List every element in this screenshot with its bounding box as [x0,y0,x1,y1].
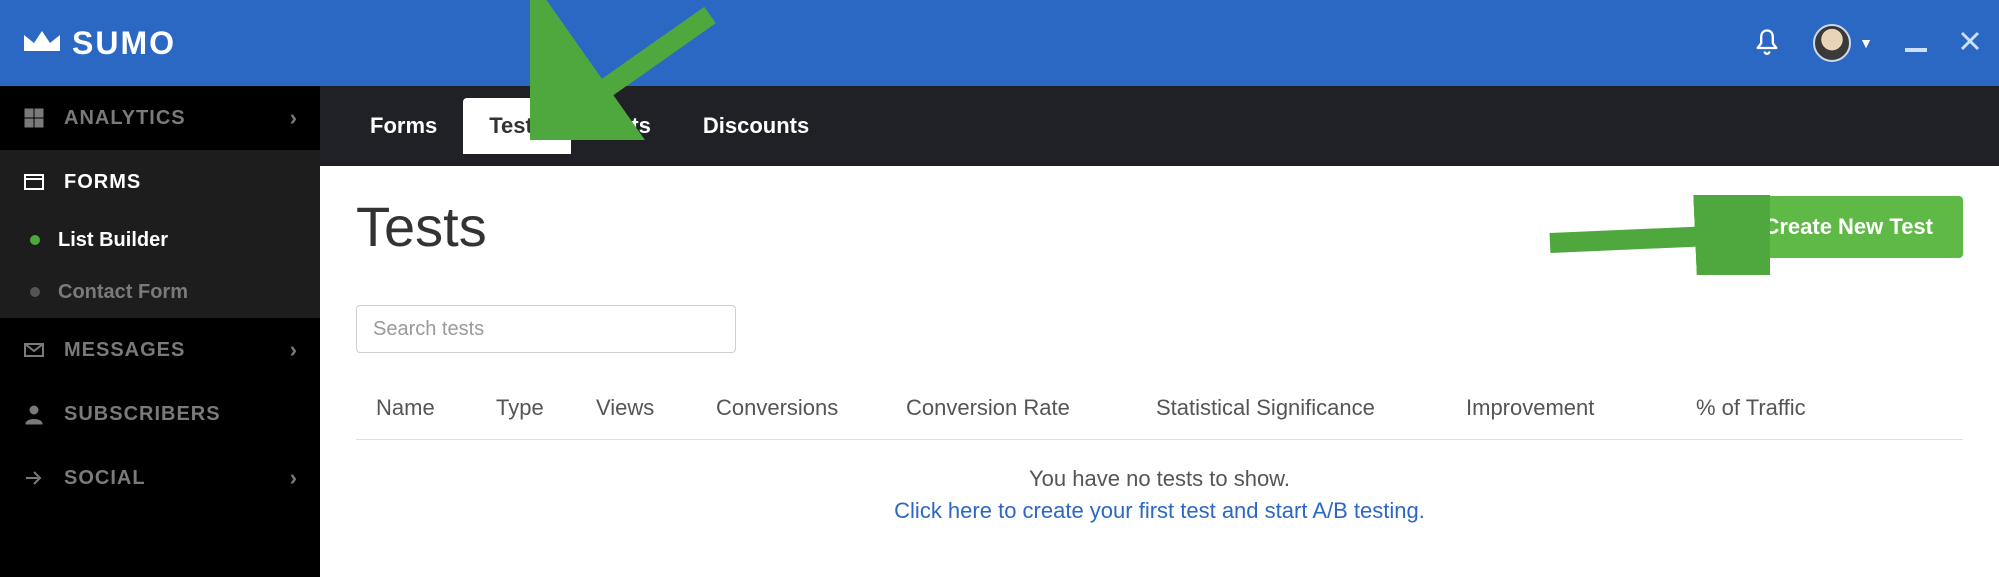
sidebar-item-analytics[interactable]: ANALYTICS › [0,86,320,150]
content-header: Tests Create New Test [356,194,1963,259]
empty-state: You have no tests to show. Click here to… [356,466,1963,524]
col-type: Type [496,395,596,421]
chevron-right-icon: › [290,465,298,491]
avatar [1813,24,1851,62]
search-tests-input[interactable] [356,305,736,353]
bell-icon[interactable] [1753,27,1781,60]
col-conversion-rate: Conversion Rate [906,395,1156,421]
page-title: Tests [356,194,487,259]
chevron-right-icon: › [290,105,298,131]
table-header: Name Type Views Conversions Conversion R… [356,395,1963,440]
sidebar-item-label: FORMS [64,171,141,194]
tab-forms[interactable]: Forms [344,98,463,154]
col-conversions: Conversions [716,395,906,421]
create-new-test-button[interactable]: Create New Test [1733,196,1963,258]
sidebar-sub-label: List Builder [58,229,168,252]
tabbar: Forms Tests Stats Discounts [320,86,1999,166]
envelope-icon [22,338,46,362]
chevron-right-icon: › [290,337,298,363]
tab-stats[interactable]: Stats [571,98,677,154]
window-icon [22,170,46,194]
tab-label: Discounts [703,113,809,139]
col-improvement: Improvement [1466,395,1696,421]
logo: SUMO [22,25,176,62]
col-percent-traffic: % of Traffic [1696,395,1866,421]
content: Tests Create New Test Name Type Views Co… [320,166,1999,577]
tab-label: Forms [370,113,437,139]
sidebar-sub-contact-form[interactable]: Contact Form [0,266,320,318]
grid-icon [22,106,46,130]
tab-label: Tests [489,113,545,139]
empty-create-link[interactable]: Click here to create your first test and… [356,498,1963,524]
sidebar-item-label: SOCIAL [64,467,146,490]
sidebar-item-messages[interactable]: MESSAGES › [0,318,320,382]
share-icon [22,466,46,490]
col-statistical-significance: Statistical Significance [1156,395,1466,421]
window-close-icon[interactable] [1959,30,1981,57]
bullet-icon [30,287,40,297]
crown-icon [22,27,62,60]
empty-line1: You have no tests to show. [356,466,1963,492]
sidebar-item-forms[interactable]: FORMS [0,150,320,214]
topbar: SUMO ▼ [0,0,1999,86]
sidebar: ANALYTICS › FORMS List Builder Contact F… [0,86,320,577]
sidebar-sub-label: Contact Form [58,281,188,304]
window-minimize-icon[interactable] [1905,48,1927,52]
sidebar-item-social[interactable]: SOCIAL › [0,446,320,510]
main: Forms Tests Stats Discounts Tests Create… [320,86,1999,577]
sidebar-item-label: SUBSCRIBERS [64,403,221,426]
topbar-right: ▼ [1753,24,1981,62]
brand-text: SUMO [72,25,176,62]
sidebar-sub-list-builder[interactable]: List Builder [0,214,320,266]
sidebar-item-label: ANALYTICS [64,107,186,130]
tab-discounts[interactable]: Discounts [677,98,835,154]
person-icon [22,402,46,426]
col-name: Name [376,395,496,421]
sidebar-item-label: MESSAGES [64,339,185,362]
bullet-icon [30,235,40,245]
col-views: Views [596,395,716,421]
tab-tests[interactable]: Tests [463,98,571,154]
caret-down-icon: ▼ [1859,35,1873,51]
sidebar-item-subscribers[interactable]: SUBSCRIBERS [0,382,320,446]
account-menu[interactable]: ▼ [1813,24,1873,62]
tab-label: Stats [597,113,651,139]
